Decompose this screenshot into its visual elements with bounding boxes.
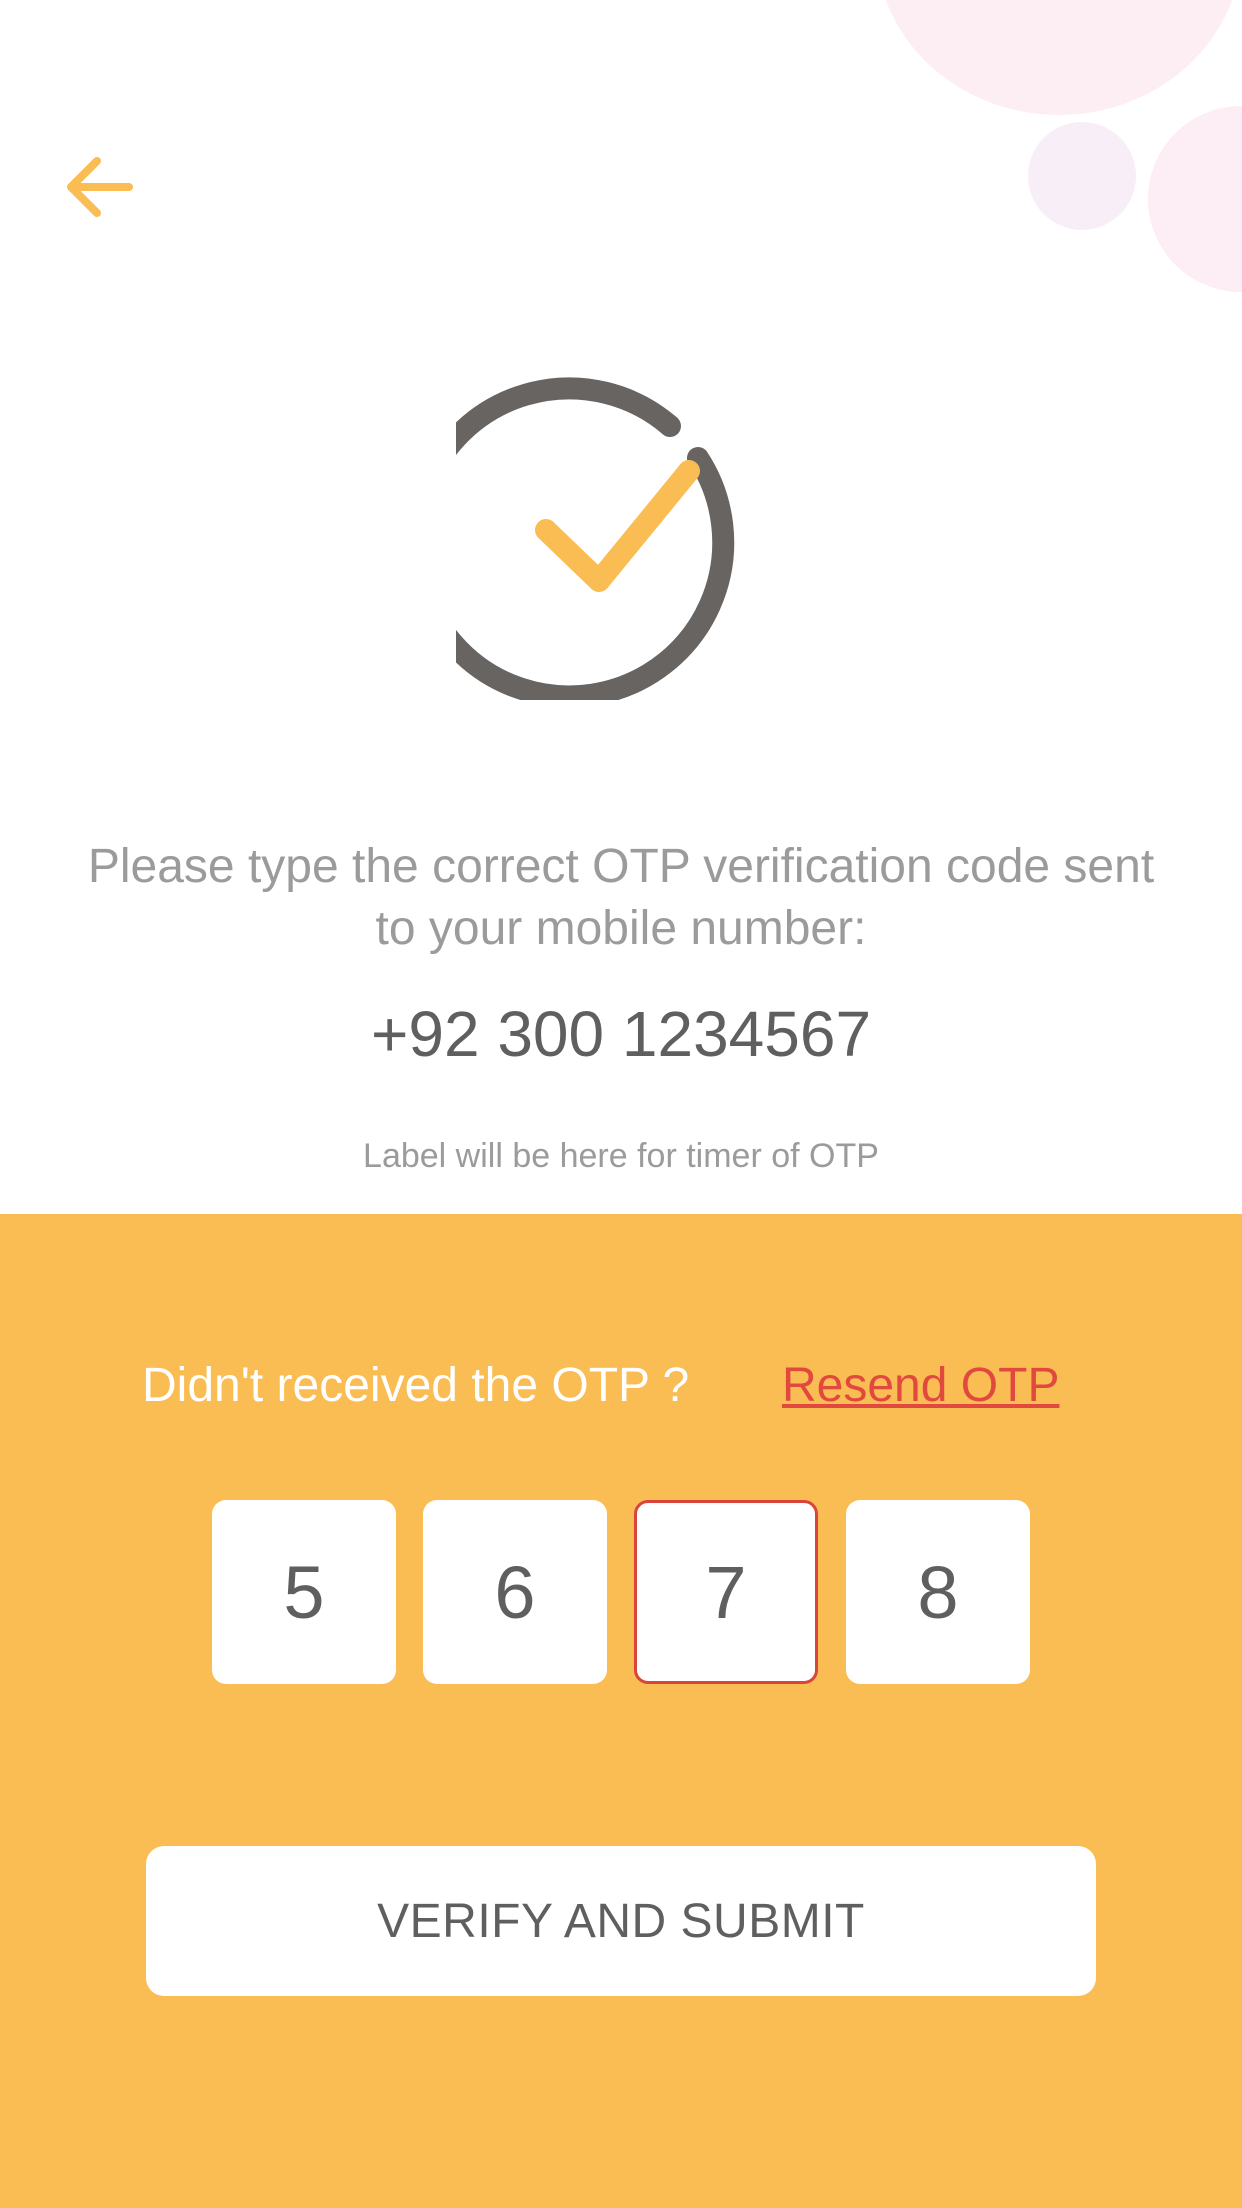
check-circle-icon <box>456 377 735 700</box>
resend-row: Didn't received the OTP ? Resend OTP <box>0 1346 1242 1426</box>
resend-otp-link[interactable]: Resend OTP <box>782 1358 1059 1414</box>
resend-prompt: Didn't received the OTP ? <box>142 1359 690 1412</box>
otp-timer-label: Label will be here for timer of OTP <box>363 1137 879 1175</box>
decorative-circle <box>1148 106 1242 292</box>
otp-digit-4[interactable]: 8 <box>846 1500 1030 1684</box>
verify-and-submit-button[interactable]: VERIFY AND SUBMIT <box>146 1846 1096 1996</box>
otp-digit-3[interactable]: 7 <box>634 1500 818 1684</box>
decorative-circle <box>876 0 1242 115</box>
otp-verification-screen: Please type the correct OTP verification… <box>0 0 1242 2208</box>
arrow-left-icon <box>67 157 133 217</box>
decorative-circle <box>1028 122 1136 230</box>
instruction-text: Please type the correct OTP verification… <box>87 840 1155 955</box>
otp-entry-panel: Didn't received the OTP ? Resend OTP 5 6… <box>0 1214 1242 2208</box>
otp-input-group: 5 6 7 8 <box>212 1500 1032 1684</box>
phone-number: +92 300 1234567 <box>370 998 872 1070</box>
otp-digit-1[interactable]: 5 <box>212 1500 396 1684</box>
back-button[interactable] <box>54 142 144 232</box>
otp-digit-2[interactable]: 6 <box>423 1500 607 1684</box>
